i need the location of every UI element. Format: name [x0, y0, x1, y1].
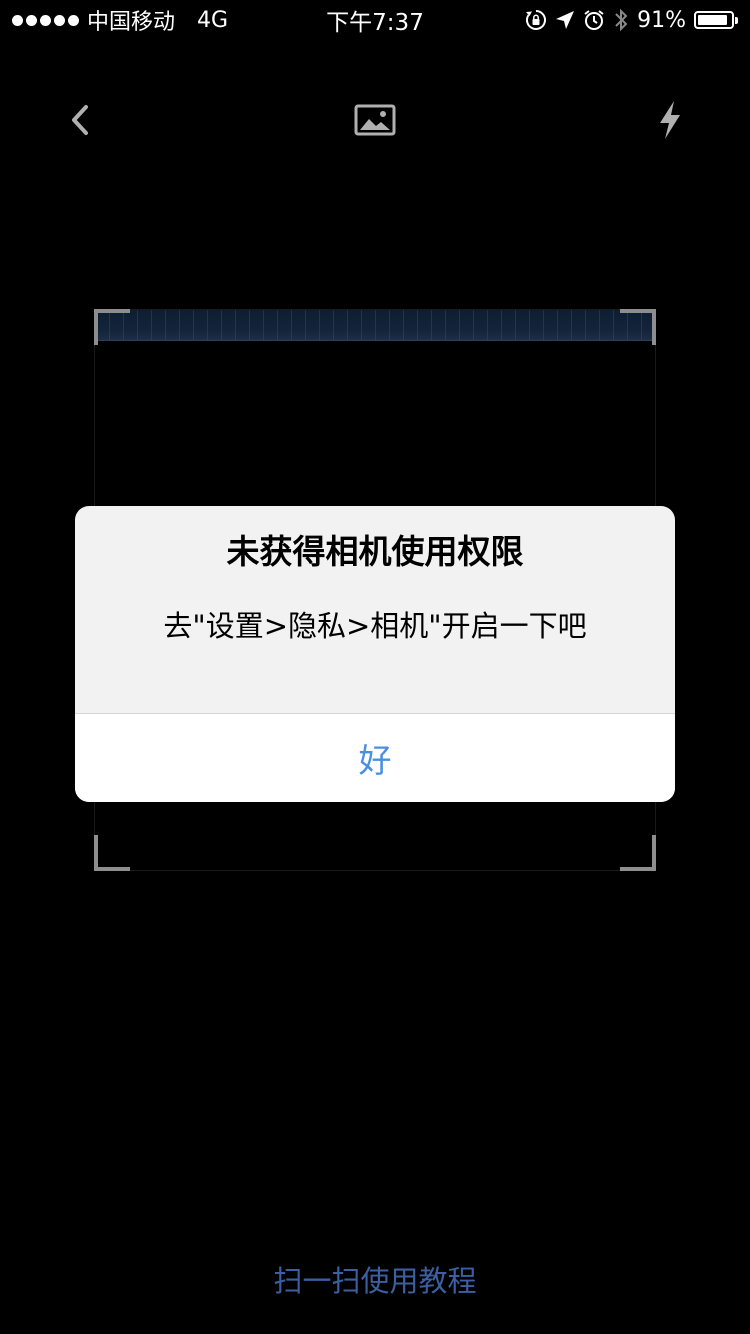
top-toolbar — [0, 80, 750, 160]
status-bar: 中国移动 4G 下午7:37 91% — [0, 0, 750, 40]
lightning-bolt-icon — [660, 101, 680, 139]
image-icon — [354, 104, 396, 136]
corner-top-right — [620, 309, 656, 345]
rotation-lock-icon — [525, 9, 547, 31]
corner-bottom-left — [94, 835, 130, 871]
scan-line — [95, 310, 655, 341]
corner-top-left — [94, 309, 130, 345]
network-label: 4G — [197, 7, 229, 33]
signal-dots-icon — [12, 14, 79, 26]
permission-alert: 未获得相机使用权限 去"设置>隐私>相机"开启一下吧 好 — [75, 506, 675, 802]
scan-screen: 中国移动 4G 下午7:37 91% 未获得相机使用权限 去"设置>隐私>相机"… — [0, 0, 750, 1334]
status-right: 91% — [525, 8, 738, 33]
flash-button[interactable] — [630, 80, 710, 160]
alert-body: 未获得相机使用权限 去"设置>隐私>相机"开启一下吧 — [75, 506, 675, 714]
chevron-left-icon — [72, 105, 88, 135]
alert-title: 未获得相机使用权限 — [226, 532, 524, 571]
back-button[interactable] — [40, 80, 120, 160]
scan-tutorial-link[interactable]: 扫一扫使用教程 — [0, 1258, 750, 1300]
alert-message: 去"设置>隐私>相机"开启一下吧 — [163, 609, 587, 643]
battery-fill — [698, 15, 728, 25]
status-left: 中国移动 4G — [12, 4, 228, 36]
bluetooth-icon — [613, 8, 629, 32]
gallery-button[interactable] — [335, 80, 415, 160]
battery-icon — [694, 11, 738, 29]
ok-button[interactable]: 好 — [75, 714, 675, 802]
carrier-label: 中国移动 — [87, 10, 176, 35]
location-arrow-icon — [555, 10, 575, 30]
corner-bottom-right — [620, 835, 656, 871]
alarm-icon — [583, 9, 605, 31]
status-time: 下午7:37 — [326, 10, 424, 36]
battery-percent: 91% — [637, 7, 686, 33]
